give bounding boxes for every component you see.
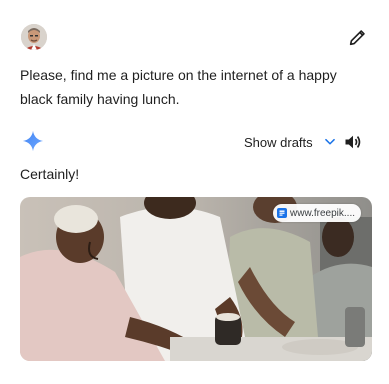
- speaker-icon: [345, 135, 361, 149]
- pencil-icon: [349, 30, 365, 46]
- gemini-sparkle-icon: [22, 130, 44, 152]
- freepik-favicon-icon: [277, 208, 287, 218]
- image-source-label: www.freepik....: [290, 207, 356, 219]
- read-aloud-button[interactable]: [343, 132, 363, 152]
- show-drafts-label: Show drafts: [244, 134, 313, 150]
- edit-prompt-button[interactable]: [347, 26, 369, 48]
- image-source-chip[interactable]: www.freepik....: [273, 204, 362, 222]
- user-prompt-text: Please, find me a picture on the interne…: [20, 67, 337, 107]
- show-drafts-button[interactable]: Show drafts: [244, 132, 337, 152]
- user-avatar: [21, 24, 47, 50]
- chevron-down-icon: [324, 138, 335, 145]
- response-text: Certainly!: [20, 166, 80, 182]
